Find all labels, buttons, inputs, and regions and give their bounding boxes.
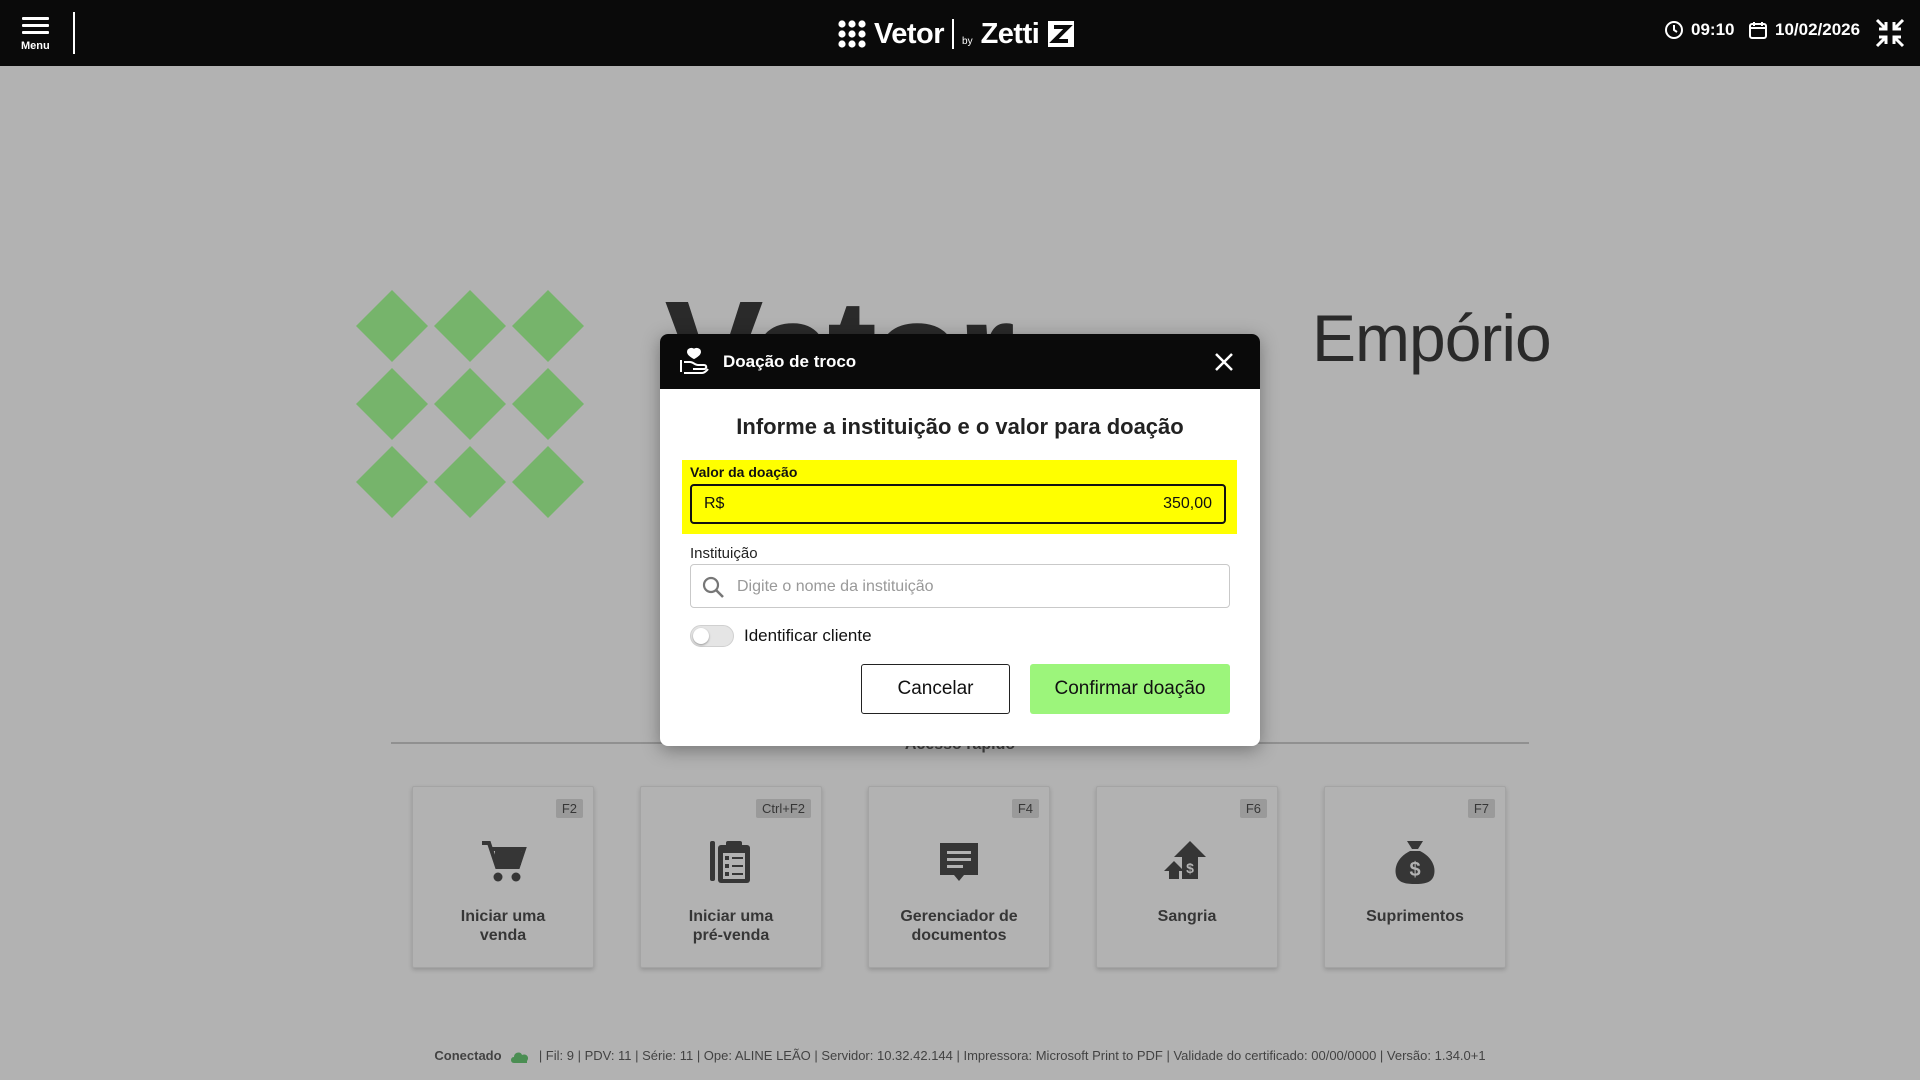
institution-input[interactable] <box>735 573 1219 601</box>
modal-header: Doação de troco <box>660 334 1260 389</box>
calendar-icon <box>1749 22 1767 39</box>
modal-title: Doação de troco <box>723 352 857 371</box>
brand-logo: Vetor by Zetti <box>838 14 1075 54</box>
amount-value: 350,00 <box>1163 495 1212 512</box>
donation-modal: Doação de troco Informe a instituição e … <box>660 334 1260 746</box>
donation-hand-icon <box>680 347 709 374</box>
top-bar: Menu Vetor by Zetti 09:10 10/02/2026 <box>0 0 1920 66</box>
amount-input[interactable]: R$ 350,00 <box>690 484 1226 524</box>
date-text: 10/02/2026 <box>1775 20 1861 39</box>
clock: 09:10 <box>1664 20 1734 40</box>
currency-prefix: R$ <box>704 495 725 512</box>
clock-icon <box>1665 21 1683 39</box>
date: 10/02/2026 <box>1748 20 1860 40</box>
top-divider <box>73 12 75 54</box>
cancel-button[interactable]: Cancelar <box>861 664 1010 714</box>
vetor-dots-icon <box>838 20 866 48</box>
brand-separator <box>952 19 955 49</box>
amount-label: Valor da doação <box>690 464 798 480</box>
toggle-knob <box>693 628 709 644</box>
identify-customer-label: Identificar cliente <box>744 626 872 645</box>
menu-button[interactable]: Menu <box>14 12 60 56</box>
brand-by: by <box>962 35 973 47</box>
zetti-icon <box>1048 21 1075 47</box>
institution-search <box>690 564 1230 608</box>
clock-time: 09:10 <box>1691 20 1735 39</box>
search-icon <box>702 576 724 598</box>
menu-label: Menu <box>21 40 50 52</box>
close-icon[interactable] <box>1212 350 1236 374</box>
collapse-fullscreen-icon[interactable] <box>1874 17 1906 49</box>
confirm-donation-button[interactable]: Confirmar doação <box>1030 664 1230 714</box>
modal-subtitle: Informe a instituição e o valor para doa… <box>736 414 1184 439</box>
institution-label: Instituição <box>690 545 758 562</box>
brand-zetti: Zetti <box>980 17 1040 50</box>
hamburger-icon <box>22 17 49 38</box>
identify-customer-toggle[interactable] <box>690 625 734 647</box>
brand-vetor: Vetor <box>874 17 945 50</box>
